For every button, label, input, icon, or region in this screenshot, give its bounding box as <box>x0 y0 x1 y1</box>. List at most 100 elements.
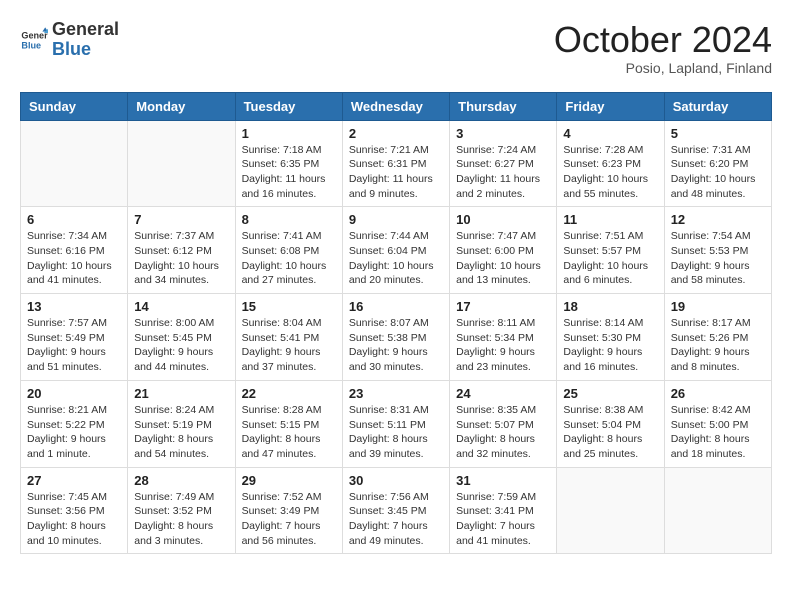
title-area: October 2024 Posio, Lapland, Finland <box>554 20 772 76</box>
day-number: 24 <box>456 386 550 401</box>
calendar-cell <box>557 467 664 554</box>
day-info: Sunrise: 7:54 AM Sunset: 5:53 PM Dayligh… <box>671 229 765 288</box>
day-info: Sunrise: 7:51 AM Sunset: 5:57 PM Dayligh… <box>563 229 657 288</box>
day-info: Sunrise: 7:28 AM Sunset: 6:23 PM Dayligh… <box>563 143 657 202</box>
calendar-cell: 22 Sunrise: 8:28 AM Sunset: 5:15 PM Dayli… <box>235 380 342 467</box>
day-info: Sunrise: 8:38 AM Sunset: 5:04 PM Dayligh… <box>563 403 657 462</box>
day-number: 26 <box>671 386 765 401</box>
day-number: 20 <box>27 386 121 401</box>
location-subtitle: Posio, Lapland, Finland <box>554 60 772 76</box>
day-info: Sunrise: 7:18 AM Sunset: 6:35 PM Dayligh… <box>242 143 336 202</box>
day-info: Sunrise: 7:56 AM Sunset: 3:45 PM Dayligh… <box>349 490 443 549</box>
month-title: October 2024 <box>554 20 772 60</box>
calendar-table: SundayMondayTuesdayWednesdayThursdayFrid… <box>20 92 772 555</box>
day-info: Sunrise: 7:41 AM Sunset: 6:08 PM Dayligh… <box>242 229 336 288</box>
day-info: Sunrise: 8:24 AM Sunset: 5:19 PM Dayligh… <box>134 403 228 462</box>
calendar-cell: 2Sunrise: 7:21 AM Sunset: 6:31 PM Daylig… <box>342 120 449 207</box>
day-info: Sunrise: 7:59 AM Sunset: 3:41 PM Dayligh… <box>456 490 550 549</box>
calendar-cell <box>664 467 771 554</box>
day-number: 15 <box>242 299 336 314</box>
day-number: 30 <box>349 473 443 488</box>
calendar-cell: 15 Sunrise: 8:04 AM Sunset: 5:41 PM Dayli… <box>235 294 342 381</box>
day-of-week-header: Wednesday <box>342 92 449 120</box>
calendar-cell: 28Sunrise: 7:49 AM Sunset: 3:52 PM Dayli… <box>128 467 235 554</box>
calendar-cell: 14 Sunrise: 8:00 AM Sunset: 5:45 PM Dayli… <box>128 294 235 381</box>
day-info: Sunrise: 7:44 AM Sunset: 6:04 PM Dayligh… <box>349 229 443 288</box>
calendar-cell: 17 Sunrise: 8:11 AM Sunset: 5:34 PM Dayli… <box>450 294 557 381</box>
day-info: Sunrise: 7:31 AM Sunset: 6:20 PM Dayligh… <box>671 143 765 202</box>
calendar-week-row: 13Sunrise: 7:57 AM Sunset: 5:49 PM Dayli… <box>21 294 772 381</box>
day-of-week-header: Tuesday <box>235 92 342 120</box>
day-of-week-header: Monday <box>128 92 235 120</box>
day-info: Sunrise: 8:04 AM Sunset: 5:41 PM Dayligh… <box>242 316 336 375</box>
calendar-week-row: 6Sunrise: 7:34 AM Sunset: 6:16 PM Daylig… <box>21 207 772 294</box>
day-of-week-header: Thursday <box>450 92 557 120</box>
day-number: 23 <box>349 386 443 401</box>
day-number: 25 <box>563 386 657 401</box>
logo-icon: General Blue <box>20 26 48 54</box>
day-of-week-header: Sunday <box>21 92 128 120</box>
page-header: General Blue General Blue October 2024 P… <box>20 20 772 76</box>
day-info: Sunrise: 8:31 AM Sunset: 5:11 PM Dayligh… <box>349 403 443 462</box>
calendar-cell: 4 Sunrise: 7:28 AM Sunset: 6:23 PM Daylig… <box>557 120 664 207</box>
calendar-cell: 23 Sunrise: 8:31 AM Sunset: 5:11 PM Dayli… <box>342 380 449 467</box>
day-number: 22 <box>242 386 336 401</box>
calendar-cell: 31 Sunrise: 7:59 AM Sunset: 3:41 PM Dayli… <box>450 467 557 554</box>
calendar-cell: 29Sunrise: 7:52 AM Sunset: 3:49 PM Dayli… <box>235 467 342 554</box>
logo-blue: Blue <box>52 40 119 60</box>
calendar-cell: 19 Sunrise: 8:17 AM Sunset: 5:26 PM Dayli… <box>664 294 771 381</box>
calendar-cell: 3Sunrise: 7:24 AM Sunset: 6:27 PM Daylig… <box>450 120 557 207</box>
day-of-week-header: Saturday <box>664 92 771 120</box>
logo-general: General <box>52 20 119 40</box>
day-number: 8 <box>242 212 336 227</box>
calendar-cell: 7 Sunrise: 7:37 AM Sunset: 6:12 PM Daylig… <box>128 207 235 294</box>
calendar-cell: 13Sunrise: 7:57 AM Sunset: 5:49 PM Dayli… <box>21 294 128 381</box>
calendar-cell: 20 Sunrise: 8:21 AM Sunset: 5:22 PM Dayli… <box>21 380 128 467</box>
calendar-header-row: SundayMondayTuesdayWednesdayThursdayFrid… <box>21 92 772 120</box>
day-info: Sunrise: 8:11 AM Sunset: 5:34 PM Dayligh… <box>456 316 550 375</box>
calendar-cell: 8 Sunrise: 7:41 AM Sunset: 6:08 PM Daylig… <box>235 207 342 294</box>
day-number: 13 <box>27 299 121 314</box>
calendar-cell: 30 Sunrise: 7:56 AM Sunset: 3:45 PM Dayli… <box>342 467 449 554</box>
day-info: Sunrise: 7:45 AM Sunset: 3:56 PM Dayligh… <box>27 490 121 549</box>
day-info: Sunrise: 7:47 AM Sunset: 6:00 PM Dayligh… <box>456 229 550 288</box>
calendar-cell: 5Sunrise: 7:31 AM Sunset: 6:20 PM Daylig… <box>664 120 771 207</box>
day-number: 14 <box>134 299 228 314</box>
calendar-cell: 16 Sunrise: 8:07 AM Sunset: 5:38 PM Dayli… <box>342 294 449 381</box>
calendar-cell: 18 Sunrise: 8:14 AM Sunset: 5:30 PM Dayli… <box>557 294 664 381</box>
day-info: Sunrise: 8:17 AM Sunset: 5:26 PM Dayligh… <box>671 316 765 375</box>
day-info: Sunrise: 7:24 AM Sunset: 6:27 PM Dayligh… <box>456 143 550 202</box>
day-number: 19 <box>671 299 765 314</box>
calendar-cell: 26Sunrise: 8:42 AM Sunset: 5:00 PM Dayli… <box>664 380 771 467</box>
day-number: 17 <box>456 299 550 314</box>
day-number: 27 <box>27 473 121 488</box>
day-info: Sunrise: 8:35 AM Sunset: 5:07 PM Dayligh… <box>456 403 550 462</box>
day-info: Sunrise: 8:28 AM Sunset: 5:15 PM Dayligh… <box>242 403 336 462</box>
day-info: Sunrise: 7:37 AM Sunset: 6:12 PM Dayligh… <box>134 229 228 288</box>
calendar-cell: 12 Sunrise: 7:54 AM Sunset: 5:53 PM Dayli… <box>664 207 771 294</box>
calendar-cell: 25 Sunrise: 8:38 AM Sunset: 5:04 PM Dayli… <box>557 380 664 467</box>
day-number: 6 <box>27 212 121 227</box>
day-number: 18 <box>563 299 657 314</box>
day-info: Sunrise: 8:07 AM Sunset: 5:38 PM Dayligh… <box>349 316 443 375</box>
day-number: 12 <box>671 212 765 227</box>
calendar-cell: 6Sunrise: 7:34 AM Sunset: 6:16 PM Daylig… <box>21 207 128 294</box>
calendar-week-row: 27 Sunrise: 7:45 AM Sunset: 3:56 PM Dayli… <box>21 467 772 554</box>
day-number: 7 <box>134 212 228 227</box>
day-number: 4 <box>563 126 657 141</box>
day-number: 9 <box>349 212 443 227</box>
calendar-cell: 27 Sunrise: 7:45 AM Sunset: 3:56 PM Dayli… <box>21 467 128 554</box>
day-number: 29 <box>242 473 336 488</box>
logo: General Blue General Blue <box>20 20 119 60</box>
day-number: 31 <box>456 473 550 488</box>
day-number: 21 <box>134 386 228 401</box>
day-number: 10 <box>456 212 550 227</box>
svg-text:General: General <box>21 30 48 40</box>
day-number: 16 <box>349 299 443 314</box>
day-number: 28 <box>134 473 228 488</box>
calendar-cell: 1Sunrise: 7:18 AM Sunset: 6:35 PM Daylig… <box>235 120 342 207</box>
day-info: Sunrise: 8:14 AM Sunset: 5:30 PM Dayligh… <box>563 316 657 375</box>
day-info: Sunrise: 8:21 AM Sunset: 5:22 PM Dayligh… <box>27 403 121 462</box>
day-info: Sunrise: 8:00 AM Sunset: 5:45 PM Dayligh… <box>134 316 228 375</box>
calendar-cell: 11Sunrise: 7:51 AM Sunset: 5:57 PM Dayli… <box>557 207 664 294</box>
